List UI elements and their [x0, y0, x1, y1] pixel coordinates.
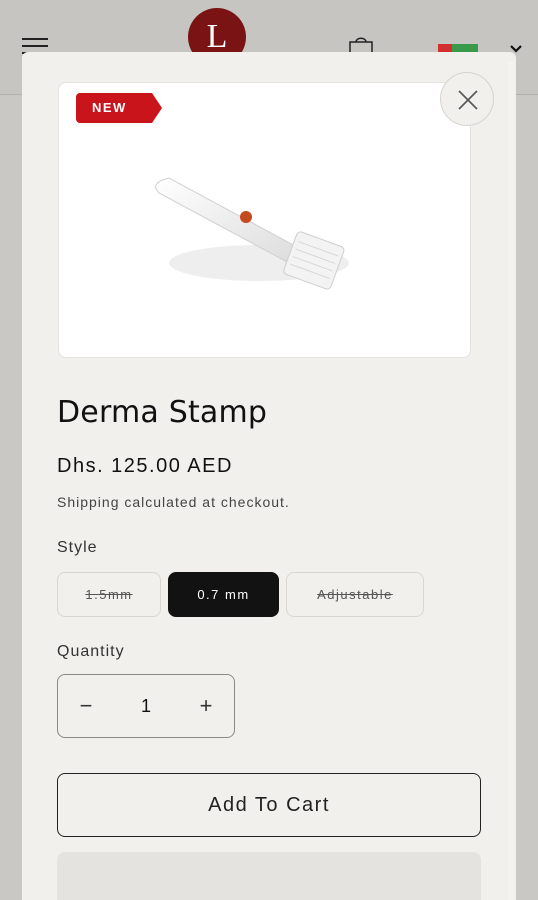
quick-view-modal: NEW Derma Stamp Dhs. 125.00 AED Shipping… [22, 52, 516, 900]
new-badge: NEW [76, 93, 162, 123]
close-icon [458, 90, 478, 110]
quantity-stepper: − + [57, 674, 235, 738]
product-image-card[interactable]: NEW [58, 82, 471, 358]
product-price: Dhs. 125.00 AED [57, 455, 233, 477]
style-label: Style [57, 539, 98, 556]
modal-scrollbar[interactable] [508, 62, 514, 900]
increase-quantity-button[interactable]: + [178, 675, 234, 737]
product-image [155, 177, 349, 290]
add-to-cart-button[interactable]: Add To Cart [57, 773, 481, 837]
style-option-label: Adjustable [317, 587, 393, 602]
style-option-label: 1.5mm [85, 587, 133, 602]
quantity-input[interactable] [114, 675, 178, 737]
style-option-0-7mm[interactable]: 0.7 mm [168, 572, 279, 617]
style-option-1-5mm[interactable]: 1.5mm [57, 572, 161, 617]
quantity-label: Quantity [57, 643, 125, 660]
style-option-label: 0.7 mm [197, 587, 250, 602]
decrease-quantity-button[interactable]: − [58, 675, 114, 737]
close-button[interactable] [440, 72, 494, 126]
buy-now-button[interactable] [57, 852, 481, 900]
product-title: Derma Stamp [57, 395, 268, 430]
style-option-adjustable[interactable]: Adjustable [286, 572, 424, 617]
shipping-note: Shipping calculated at checkout. [57, 494, 290, 510]
